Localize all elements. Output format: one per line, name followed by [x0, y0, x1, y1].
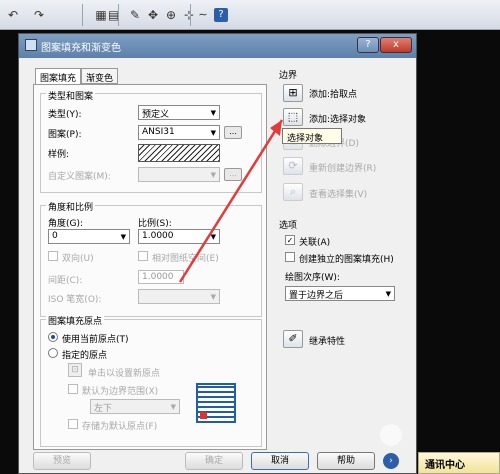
help-icon[interactable]: ? — [214, 8, 228, 22]
boundary-title: 边界 — [279, 71, 298, 81]
toolbar-divider — [82, 4, 83, 26]
pick-point-icon[interactable]: ⊞ — [283, 84, 303, 102]
type-label: 类型(Y): — [48, 110, 82, 120]
origin-position-value: 左下 — [94, 404, 113, 414]
expand-arrow-icon[interactable]: › — [383, 453, 399, 469]
toolbar-divider — [190, 4, 191, 26]
group-title: 类型和图案 — [46, 89, 96, 102]
pen-icon[interactable]: ✎ — [126, 6, 144, 24]
pattern-value: ANSI31 — [142, 127, 175, 137]
origin-position-select[interactable]: 左下 ▼ — [90, 399, 180, 414]
group-title: 图案填充原点 — [46, 314, 105, 327]
tab-gradient[interactable]: 渐变色 — [81, 68, 119, 84]
angle-value: 0 — [52, 231, 58, 241]
pattern-select[interactable]: ANSI31 ▼ — [138, 125, 220, 140]
default-boundary-checkbox[interactable] — [68, 384, 78, 394]
undo-icon[interactable]: ↶ — [4, 6, 22, 24]
inherit-label: 继承特性 — [309, 337, 346, 347]
tab-hatch[interactable]: 图案填充 — [35, 68, 82, 85]
custom-pattern-select[interactable]: ▼ — [138, 167, 220, 182]
inherit-properties-icon[interactable]: ✐ — [283, 330, 303, 348]
click-origin-icon[interactable]: ⊡ — [68, 363, 82, 377]
options-title: 选项 — [279, 221, 298, 231]
specified-origin-label: 指定的原点 — [62, 351, 108, 361]
chevron-down-icon: ▼ — [210, 171, 216, 179]
help-button[interactable]: 帮助 — [317, 452, 375, 470]
associative-checkbox[interactable]: ✓ — [285, 235, 295, 245]
grid-icon[interactable]: ▤ — [108, 6, 119, 24]
group-title: 角度和比例 — [46, 200, 96, 213]
add-select-label: 添加:选择对象 — [309, 115, 367, 125]
close-button[interactable]: x — [380, 37, 412, 53]
hatch-app-icon — [25, 39, 37, 51]
hatch-dialog: 图案填充和渐变色 ? x 图案填充 渐变色 类型和图案 类型(Y): 预定义 ▼ … — [18, 33, 417, 474]
pattern-label: 图案(P): — [48, 130, 82, 140]
origin-preview-icon — [196, 383, 236, 423]
type-select[interactable]: 预定义 ▼ — [138, 105, 220, 120]
chevron-down-icon: ▼ — [120, 233, 126, 241]
toolbar-divider — [118, 4, 119, 26]
separate-label: 创建独立的图案填充(H) — [299, 255, 394, 265]
type-value: 预定义 — [142, 110, 170, 120]
communication-center[interactable]: 通讯中心 — [418, 452, 500, 474]
relative-label: 相对图纸空间(E) — [152, 254, 219, 264]
click-origin-label: 单击以设置新原点 — [88, 369, 161, 379]
recreate-boundary-label: 重新创建边界(R) — [309, 164, 377, 174]
dim-icon[interactable]: ∼ — [196, 6, 210, 24]
draw-order-value: 置于边界之后 — [289, 291, 344, 301]
separate-checkbox[interactable] — [285, 252, 295, 262]
default-boundary-label: 默认为边界范围(X) — [82, 387, 159, 397]
view-selection-icon[interactable]: ⌕ — [283, 183, 303, 201]
preview-button[interactable]: 预览 — [33, 452, 91, 470]
double-label: 双向(U) — [62, 254, 94, 264]
titlebar-help-button[interactable]: ? — [357, 37, 379, 53]
recreate-boundary-icon[interactable]: ⟳ — [283, 157, 303, 175]
select-objects-tooltip: 选择对象 — [282, 128, 342, 144]
chevron-down-icon: ▼ — [170, 403, 176, 411]
scale-label: 比例(S): — [138, 219, 172, 229]
add-pick-label: 添加:拾取点 — [309, 90, 358, 100]
iso-select[interactable]: ▼ — [138, 289, 220, 304]
chevron-down-icon: ▼ — [210, 293, 216, 301]
angle-label: 角度(G): — [48, 219, 84, 229]
hatch-panel: 类型和图案 类型(Y): 预定义 ▼ 图案(P): ANSI31 ▼ ... 样例:… — [33, 84, 267, 450]
cancel-button[interactable]: 取消 — [251, 452, 309, 470]
angle-select[interactable]: 0 ▼ — [48, 229, 130, 244]
dialog-titlebar: 图案填充和渐变色 ? x — [19, 34, 416, 58]
double-checkbox[interactable] — [48, 251, 58, 261]
use-current-origin-label: 使用当前原点(T) — [62, 335, 129, 345]
ok-button[interactable]: 确定 — [185, 452, 243, 470]
spacing-label: 间距(C): — [48, 276, 83, 286]
sample-label: 样例: — [48, 150, 70, 160]
move-icon[interactable]: ✥ — [144, 6, 162, 24]
draw-order-label: 绘图次序(W): — [285, 273, 340, 283]
custom-pattern-label: 自定义图案(M): — [48, 172, 111, 182]
store-default-label: 存储为默认原点(F) — [82, 422, 158, 432]
chevron-down-icon: ▼ — [385, 290, 391, 298]
iso-label: ISO 笔宽(O): — [48, 295, 102, 305]
chevron-down-icon: ▼ — [210, 109, 216, 117]
chevron-down-icon: ▼ — [210, 233, 216, 241]
draw-order-select[interactable]: 置于边界之后 ▼ — [285, 286, 395, 301]
dialog-title: 图案填充和渐变色 — [41, 43, 121, 54]
spacing-input[interactable]: 1.0000 — [138, 270, 184, 284]
top-toolbar: ↶ ↷ ▦ ▤ ✎ ✥ ⊕ ⊹ ∼ ? — [0, 0, 500, 30]
redo-icon[interactable]: ↷ — [30, 6, 48, 24]
layer-icon[interactable]: ⊕ — [162, 6, 180, 24]
origin-marker-icon — [200, 412, 207, 419]
chevron-down-icon: ▼ — [210, 129, 216, 137]
watermark-icon — [380, 424, 402, 446]
use-current-origin-radio[interactable] — [48, 332, 58, 342]
view-selection-label: 查看选择集(V) — [309, 190, 368, 200]
custom-browse-button[interactable]: ... — [224, 168, 242, 181]
scale-value: 1.0000 — [142, 231, 174, 241]
associative-label: 关联(A) — [299, 238, 331, 248]
relative-checkbox[interactable] — [138, 251, 148, 261]
pattern-sample-swatch[interactable] — [138, 144, 220, 162]
specified-origin-radio[interactable] — [48, 348, 58, 358]
store-default-checkbox[interactable] — [68, 419, 78, 429]
select-objects-icon[interactable]: ⬚ — [283, 108, 303, 126]
scale-select[interactable]: 1.0000 ▼ — [138, 229, 220, 244]
pattern-browse-button[interactable]: ... — [224, 126, 242, 139]
